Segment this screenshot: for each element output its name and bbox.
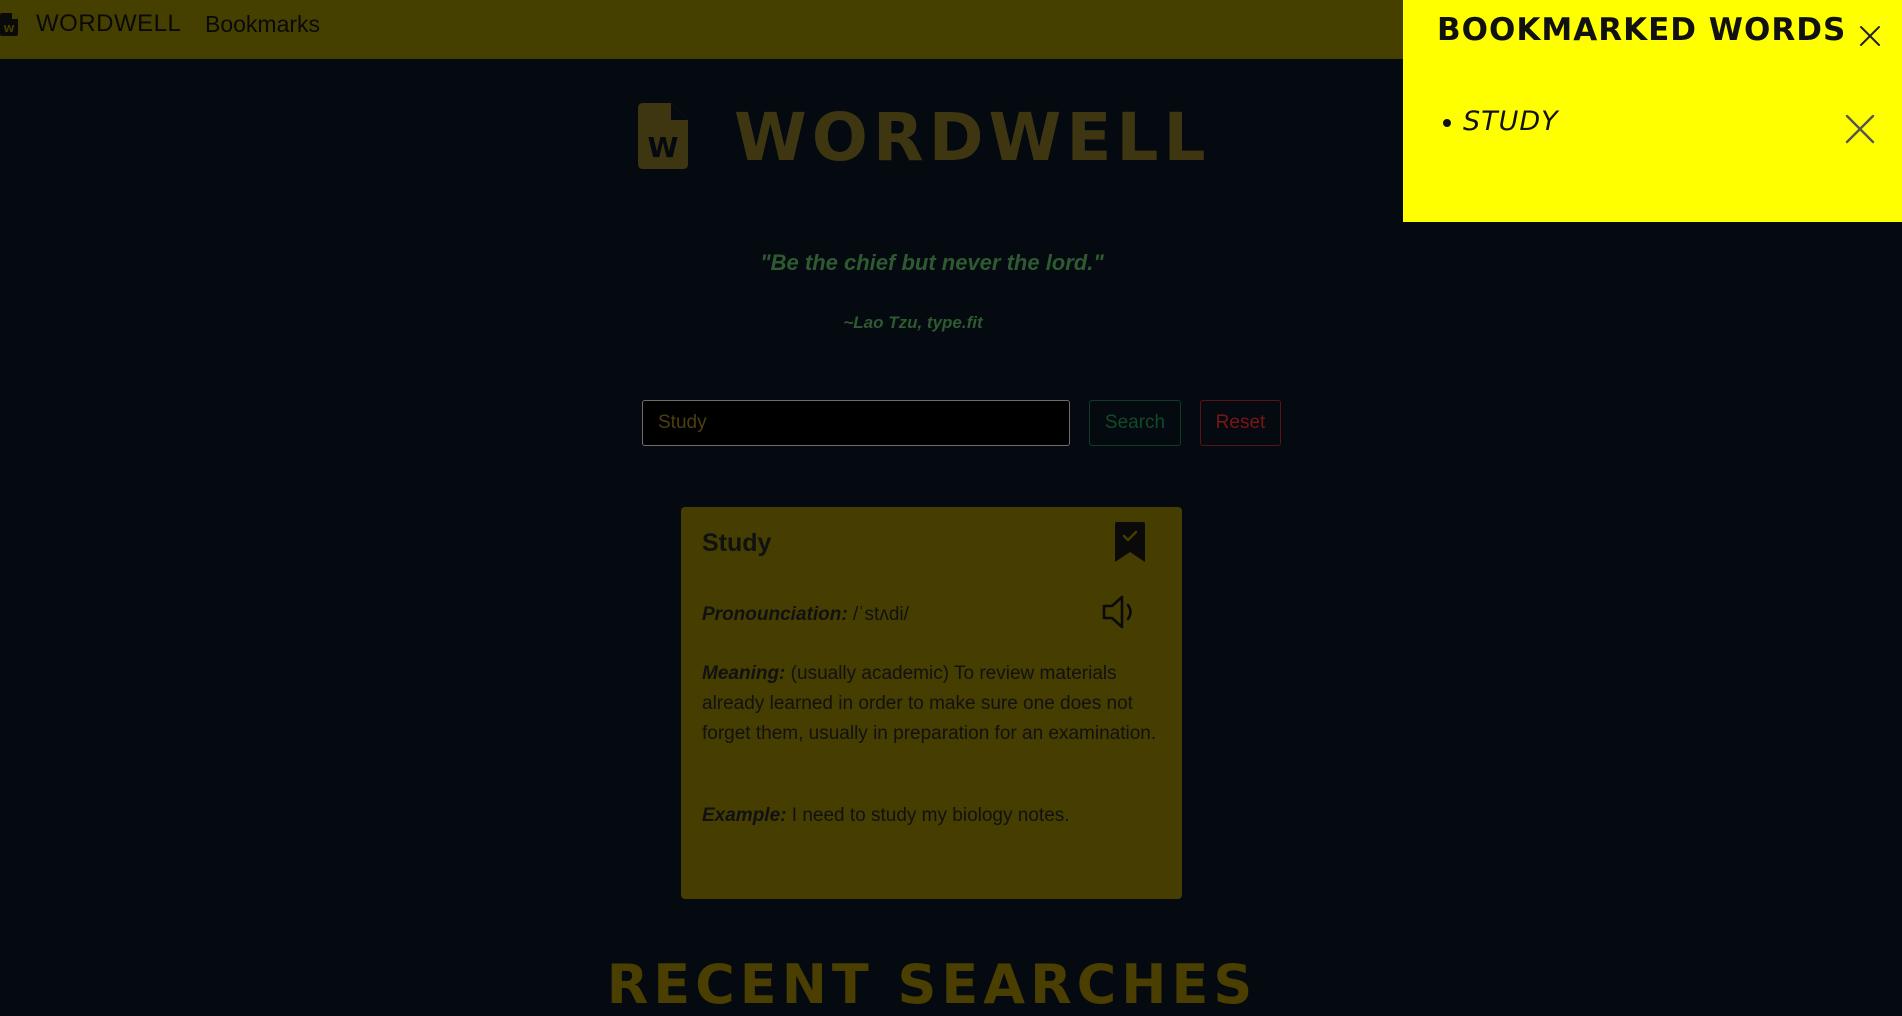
pronunciation-value: /ˈstʌdi/	[847, 604, 909, 625]
example-label: Example:	[702, 805, 787, 826]
meaning-label: Meaning:	[702, 663, 786, 684]
panel-title: BOOKMARKED WORDS	[1437, 12, 1847, 48]
speaker-icon[interactable]	[1101, 594, 1141, 630]
card-word: Study	[702, 529, 772, 557]
example-row: Example: I need to study my biology note…	[702, 801, 1172, 831]
search-input[interactable]	[642, 400, 1070, 446]
bookmark-item[interactable]: STUDY	[1443, 106, 1559, 137]
file-w-icon[interactable]: W	[0, 13, 18, 36]
hero-title: WORDWELL	[734, 99, 1211, 176]
pronunciation-label: Pronounciation:	[702, 604, 848, 625]
quote-author: ~Lao Tzu, type.fit	[843, 313, 983, 332]
bullet	[1443, 118, 1451, 127]
svg-text:W: W	[3, 24, 14, 35]
bookmark-check-icon[interactable]	[1115, 522, 1145, 562]
reset-button[interactable]: Reset	[1200, 400, 1281, 446]
recent-searches-title: RECENT SEARCHES	[606, 953, 1258, 1016]
bookmark-list: STUDY	[1443, 106, 1559, 137]
example-value: I need to study my biology notes.	[786, 805, 1070, 826]
word-card: Study Pronounciation: /ˈstʌdi/ Meaning: …	[681, 507, 1182, 899]
remove-bookmark-icon[interactable]	[1845, 114, 1875, 144]
file-w-icon: W	[638, 103, 688, 169]
nav-brand[interactable]: WORDWELL	[36, 10, 181, 38]
search-button[interactable]: Search	[1089, 400, 1181, 446]
bookmarks-panel: BOOKMARKED WORDS STUDY	[1403, 0, 1902, 222]
svg-text:W: W	[648, 131, 679, 164]
meaning-row: Meaning: (usually academic) To review ma…	[702, 659, 1172, 749]
bookmark-word: STUDY	[1463, 106, 1559, 137]
close-icon[interactable]	[1859, 25, 1881, 47]
nav-link-bookmarks[interactable]: Bookmarks	[205, 11, 320, 38]
quote-text: "Be the chief but never the lord."	[760, 250, 1104, 275]
